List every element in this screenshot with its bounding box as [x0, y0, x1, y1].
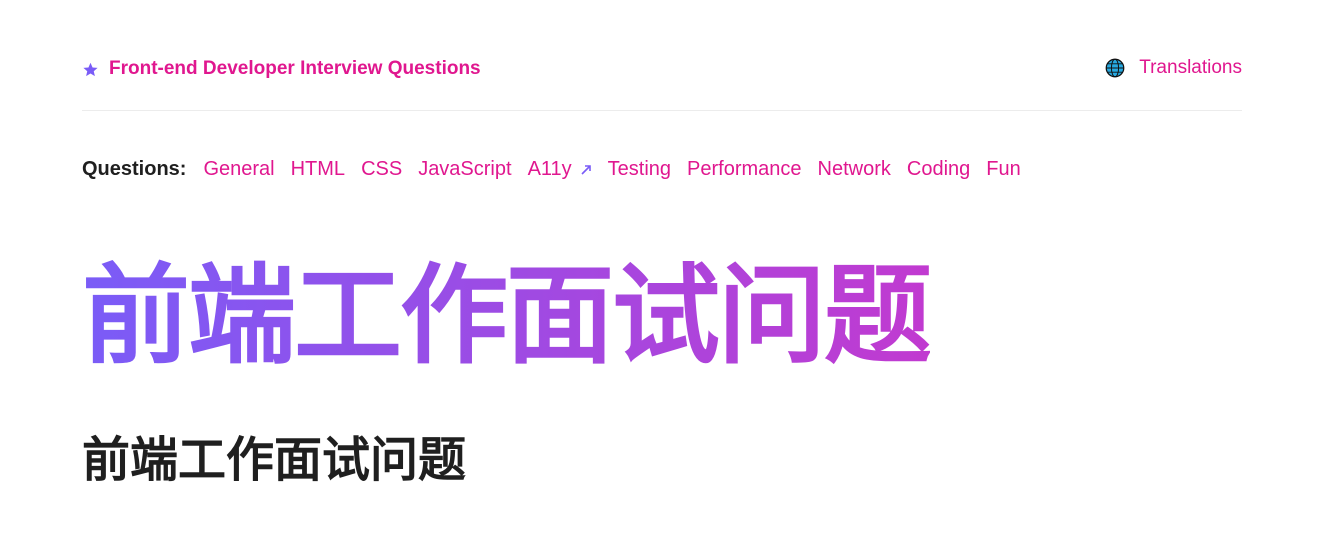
globe-icon — [1105, 58, 1125, 78]
question-link-coding[interactable]: Coding — [907, 158, 970, 181]
question-link-css[interactable]: CSS — [361, 158, 402, 181]
questions-label: Questions: — [82, 158, 187, 180]
brand-link[interactable]: Front-end Developer Interview Questions — [82, 58, 481, 80]
question-link-testing[interactable]: Testing — [608, 158, 671, 181]
question-link-a11y-label: A11y — [527, 158, 572, 180]
brand-label: Front-end Developer Interview Questions — [109, 58, 481, 79]
external-link-icon — [581, 164, 591, 175]
questions-nav: Questions: General HTML CSS JavaScript A… — [82, 158, 1037, 181]
question-link-general[interactable]: General — [203, 158, 274, 181]
question-link-html[interactable]: HTML — [291, 158, 345, 181]
translations-link[interactable]: Translations — [1105, 57, 1242, 79]
question-link-a11y[interactable]: A11y — [528, 158, 592, 181]
star-icon — [83, 62, 98, 76]
site-header: Front-end Developer Interview Questions … — [82, 52, 1242, 111]
question-link-fun[interactable]: Fun — [986, 158, 1020, 181]
translations-label: Translations — [1139, 57, 1242, 78]
question-link-performance[interactable]: Performance — [687, 158, 802, 181]
page-heading: 前端工作面试问题 — [82, 432, 467, 488]
question-link-javascript[interactable]: JavaScript — [418, 158, 511, 181]
hero-title: 前端工作面试问题 — [82, 254, 932, 379]
question-link-network[interactable]: Network — [818, 158, 891, 181]
